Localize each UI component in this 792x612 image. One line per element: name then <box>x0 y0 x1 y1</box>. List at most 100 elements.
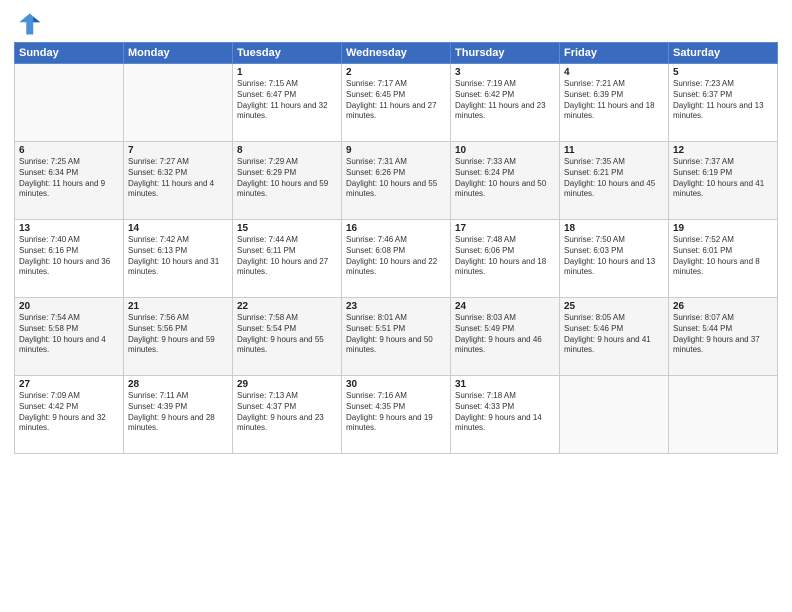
day-info: Sunrise: 7:37 AMSunset: 6:19 PMDaylight:… <box>673 157 773 200</box>
calendar-cell: 6 Sunrise: 7:25 AMSunset: 6:34 PMDayligh… <box>15 142 124 220</box>
day-info: Sunrise: 7:18 AMSunset: 4:33 PMDaylight:… <box>455 391 555 434</box>
calendar-cell <box>124 64 233 142</box>
day-info: Sunrise: 7:11 AMSunset: 4:39 PMDaylight:… <box>128 391 228 434</box>
day-number: 11 <box>564 145 664 156</box>
calendar-cell: 13 Sunrise: 7:40 AMSunset: 6:16 PMDaylig… <box>15 220 124 298</box>
calendar-cell: 30 Sunrise: 7:16 AMSunset: 4:35 PMDaylig… <box>342 376 451 454</box>
day-number: 14 <box>128 223 228 234</box>
calendar-cell: 22 Sunrise: 7:58 AMSunset: 5:54 PMDaylig… <box>233 298 342 376</box>
day-number: 19 <box>673 223 773 234</box>
calendar-cell: 8 Sunrise: 7:29 AMSunset: 6:29 PMDayligh… <box>233 142 342 220</box>
day-info: Sunrise: 7:48 AMSunset: 6:06 PMDaylight:… <box>455 235 555 278</box>
calendar-table: SundayMondayTuesdayWednesdayThursdayFrid… <box>14 42 778 454</box>
calendar-cell: 28 Sunrise: 7:11 AMSunset: 4:39 PMDaylig… <box>124 376 233 454</box>
calendar-cell <box>669 376 778 454</box>
day-info: Sunrise: 7:31 AMSunset: 6:26 PMDaylight:… <box>346 157 446 200</box>
day-info: Sunrise: 7:54 AMSunset: 5:58 PMDaylight:… <box>19 313 119 356</box>
day-number: 22 <box>237 301 337 312</box>
weekday-header: Sunday <box>15 43 124 64</box>
logo-icon <box>14 10 42 38</box>
day-number: 28 <box>128 379 228 390</box>
day-info: Sunrise: 7:19 AMSunset: 6:42 PMDaylight:… <box>455 79 555 122</box>
weekday-header: Monday <box>124 43 233 64</box>
logo <box>14 10 46 38</box>
calendar-cell: 16 Sunrise: 7:46 AMSunset: 6:08 PMDaylig… <box>342 220 451 298</box>
calendar-cell: 17 Sunrise: 7:48 AMSunset: 6:06 PMDaylig… <box>451 220 560 298</box>
day-info: Sunrise: 7:52 AMSunset: 6:01 PMDaylight:… <box>673 235 773 278</box>
calendar-cell: 9 Sunrise: 7:31 AMSunset: 6:26 PMDayligh… <box>342 142 451 220</box>
header <box>14 10 778 38</box>
day-number: 16 <box>346 223 446 234</box>
day-number: 2 <box>346 67 446 78</box>
weekday-header: Wednesday <box>342 43 451 64</box>
day-number: 13 <box>19 223 119 234</box>
calendar-cell: 31 Sunrise: 7:18 AMSunset: 4:33 PMDaylig… <box>451 376 560 454</box>
page-container: SundayMondayTuesdayWednesdayThursdayFrid… <box>0 0 792 460</box>
calendar-cell: 19 Sunrise: 7:52 AMSunset: 6:01 PMDaylig… <box>669 220 778 298</box>
calendar-cell: 4 Sunrise: 7:21 AMSunset: 6:39 PMDayligh… <box>560 64 669 142</box>
calendar-cell: 15 Sunrise: 7:44 AMSunset: 6:11 PMDaylig… <box>233 220 342 298</box>
calendar-cell: 11 Sunrise: 7:35 AMSunset: 6:21 PMDaylig… <box>560 142 669 220</box>
day-info: Sunrise: 7:42 AMSunset: 6:13 PMDaylight:… <box>128 235 228 278</box>
day-info: Sunrise: 7:50 AMSunset: 6:03 PMDaylight:… <box>564 235 664 278</box>
day-number: 30 <box>346 379 446 390</box>
day-info: Sunrise: 8:01 AMSunset: 5:51 PMDaylight:… <box>346 313 446 356</box>
calendar-cell: 10 Sunrise: 7:33 AMSunset: 6:24 PMDaylig… <box>451 142 560 220</box>
calendar-week-row: 13 Sunrise: 7:40 AMSunset: 6:16 PMDaylig… <box>15 220 778 298</box>
day-info: Sunrise: 7:44 AMSunset: 6:11 PMDaylight:… <box>237 235 337 278</box>
calendar-cell <box>560 376 669 454</box>
day-number: 8 <box>237 145 337 156</box>
day-number: 3 <box>455 67 555 78</box>
day-info: Sunrise: 7:13 AMSunset: 4:37 PMDaylight:… <box>237 391 337 434</box>
day-number: 20 <box>19 301 119 312</box>
day-number: 12 <box>673 145 773 156</box>
calendar-week-row: 27 Sunrise: 7:09 AMSunset: 4:42 PMDaylig… <box>15 376 778 454</box>
day-number: 21 <box>128 301 228 312</box>
day-number: 10 <box>455 145 555 156</box>
weekday-header: Saturday <box>669 43 778 64</box>
weekday-header: Thursday <box>451 43 560 64</box>
day-info: Sunrise: 8:07 AMSunset: 5:44 PMDaylight:… <box>673 313 773 356</box>
day-number: 27 <box>19 379 119 390</box>
day-number: 7 <box>128 145 228 156</box>
day-info: Sunrise: 7:27 AMSunset: 6:32 PMDaylight:… <box>128 157 228 200</box>
day-info: Sunrise: 8:05 AMSunset: 5:46 PMDaylight:… <box>564 313 664 356</box>
day-info: Sunrise: 7:23 AMSunset: 6:37 PMDaylight:… <box>673 79 773 122</box>
day-number: 6 <box>19 145 119 156</box>
day-info: Sunrise: 7:33 AMSunset: 6:24 PMDaylight:… <box>455 157 555 200</box>
weekday-header: Friday <box>560 43 669 64</box>
calendar-cell: 12 Sunrise: 7:37 AMSunset: 6:19 PMDaylig… <box>669 142 778 220</box>
day-info: Sunrise: 7:25 AMSunset: 6:34 PMDaylight:… <box>19 157 119 200</box>
calendar-cell: 23 Sunrise: 8:01 AMSunset: 5:51 PMDaylig… <box>342 298 451 376</box>
day-info: Sunrise: 7:15 AMSunset: 6:47 PMDaylight:… <box>237 79 337 122</box>
day-info: Sunrise: 7:21 AMSunset: 6:39 PMDaylight:… <box>564 79 664 122</box>
calendar-cell: 27 Sunrise: 7:09 AMSunset: 4:42 PMDaylig… <box>15 376 124 454</box>
calendar-cell: 29 Sunrise: 7:13 AMSunset: 4:37 PMDaylig… <box>233 376 342 454</box>
day-info: Sunrise: 7:09 AMSunset: 4:42 PMDaylight:… <box>19 391 119 434</box>
calendar-week-row: 20 Sunrise: 7:54 AMSunset: 5:58 PMDaylig… <box>15 298 778 376</box>
calendar-week-row: 1 Sunrise: 7:15 AMSunset: 6:47 PMDayligh… <box>15 64 778 142</box>
day-info: Sunrise: 8:03 AMSunset: 5:49 PMDaylight:… <box>455 313 555 356</box>
day-number: 24 <box>455 301 555 312</box>
day-info: Sunrise: 7:16 AMSunset: 4:35 PMDaylight:… <box>346 391 446 434</box>
day-number: 1 <box>237 67 337 78</box>
day-info: Sunrise: 7:56 AMSunset: 5:56 PMDaylight:… <box>128 313 228 356</box>
day-info: Sunrise: 7:17 AMSunset: 6:45 PMDaylight:… <box>346 79 446 122</box>
day-number: 29 <box>237 379 337 390</box>
day-number: 26 <box>673 301 773 312</box>
day-number: 5 <box>673 67 773 78</box>
day-number: 9 <box>346 145 446 156</box>
day-info: Sunrise: 7:58 AMSunset: 5:54 PMDaylight:… <box>237 313 337 356</box>
day-info: Sunrise: 7:35 AMSunset: 6:21 PMDaylight:… <box>564 157 664 200</box>
weekday-header: Tuesday <box>233 43 342 64</box>
day-info: Sunrise: 7:29 AMSunset: 6:29 PMDaylight:… <box>237 157 337 200</box>
calendar-cell: 1 Sunrise: 7:15 AMSunset: 6:47 PMDayligh… <box>233 64 342 142</box>
day-number: 15 <box>237 223 337 234</box>
day-info: Sunrise: 7:40 AMSunset: 6:16 PMDaylight:… <box>19 235 119 278</box>
day-number: 4 <box>564 67 664 78</box>
calendar-cell: 24 Sunrise: 8:03 AMSunset: 5:49 PMDaylig… <box>451 298 560 376</box>
calendar-cell: 3 Sunrise: 7:19 AMSunset: 6:42 PMDayligh… <box>451 64 560 142</box>
weekday-header-row: SundayMondayTuesdayWednesdayThursdayFrid… <box>15 43 778 64</box>
day-number: 18 <box>564 223 664 234</box>
day-info: Sunrise: 7:46 AMSunset: 6:08 PMDaylight:… <box>346 235 446 278</box>
